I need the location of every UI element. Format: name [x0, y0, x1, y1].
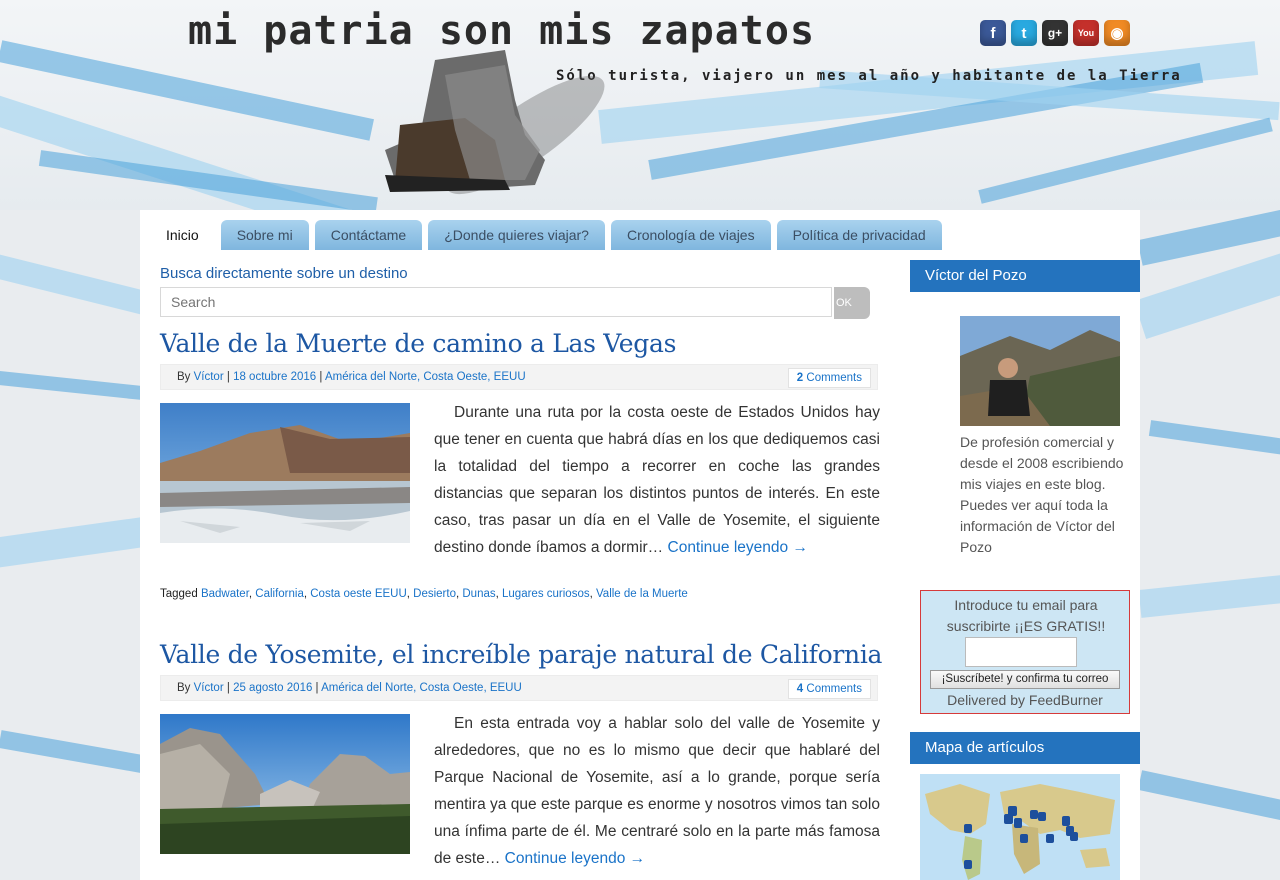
- comments-count: 2: [796, 372, 804, 384]
- world-map-image: [920, 774, 1120, 880]
- yosemite-image: [160, 714, 410, 854]
- post-categories-link[interactable]: América del Norte, Costa Oeste, EEUU: [325, 371, 526, 383]
- tagged-label: Tagged: [160, 588, 198, 600]
- post-thumbnail[interactable]: [160, 403, 410, 543]
- post-author-link[interactable]: Víctor: [194, 682, 224, 694]
- post-by-label: By: [177, 682, 191, 694]
- nav-tab-donde-viajar[interactable]: ¿Donde quieres viajar?: [428, 220, 605, 250]
- post-title[interactable]: Valle de la Muerte de camino a Las Vegas: [160, 329, 676, 358]
- post-title[interactable]: Valle de Yosemite, el increíble paraje n…: [160, 640, 882, 669]
- tag-link[interactable]: Costa oeste EEUU: [310, 588, 407, 600]
- tag-link[interactable]: Badwater: [201, 588, 249, 600]
- tag-link[interactable]: California: [255, 588, 304, 600]
- search-input[interactable]: [161, 288, 831, 316]
- delivered-by-label: Delivered by: [947, 692, 1025, 708]
- facebook-icon[interactable]: f: [980, 20, 1006, 46]
- post-author-link[interactable]: Víctor: [194, 371, 224, 383]
- avatar: [960, 316, 1120, 426]
- post-by-label: By: [177, 371, 191, 383]
- bio-link-aqui[interactable]: aquí: [1035, 497, 1062, 513]
- comments-label[interactable]: Comments: [806, 683, 862, 695]
- feedburner-link[interactable]: FeedBurner: [1029, 692, 1103, 708]
- background-decoration-right: [1140, 210, 1280, 880]
- google-plus-icon[interactable]: g+: [1042, 20, 1068, 46]
- social-links: f t g+ You ◉: [980, 20, 1130, 46]
- subscribe-widget: Introduce tu email para suscribirte ¡¡ES…: [920, 590, 1130, 714]
- subscribe-text: Introduce tu email para suscribirte ¡¡ES…: [946, 597, 1106, 634]
- post-excerpt-text: Durante una ruta por la costa oeste de E…: [434, 404, 880, 556]
- search-box: [160, 287, 832, 317]
- subscribe-email-input[interactable]: [965, 637, 1077, 667]
- twitter-icon[interactable]: t: [1011, 20, 1037, 46]
- read-more-link[interactable]: Continue leyendo →: [505, 850, 645, 867]
- map-widget-title: Mapa de artículos: [910, 732, 1140, 764]
- boots-logo-icon: [385, 50, 605, 195]
- articles-map[interactable]: [920, 774, 1120, 880]
- youtube-icon[interactable]: You: [1073, 20, 1099, 46]
- comments-link[interactable]: 2 Comments: [787, 368, 871, 388]
- death-valley-image: [160, 403, 410, 543]
- post-excerpt: Durante una ruta por la costa oeste de E…: [434, 399, 880, 561]
- post-meta: By Víctor | 25 agosto 2016 | América del…: [160, 675, 878, 701]
- post-meta: By Víctor | 18 octubre 2016 | América de…: [160, 364, 878, 390]
- tag-link[interactable]: Lugares curiosos: [502, 588, 590, 600]
- post-thumbnail[interactable]: [160, 714, 410, 854]
- post-categories-link[interactable]: América del Norte, Costa Oeste, EEUU: [321, 682, 522, 694]
- profile-photo[interactable]: [960, 316, 1120, 426]
- profile-bio: De profesión comercial y desde el 2008 e…: [960, 432, 1125, 558]
- site-header: mi patria son mis zapatos Sólo turista, …: [0, 0, 1280, 210]
- rss-icon[interactable]: ◉: [1104, 20, 1130, 46]
- nav-tab-privacidad[interactable]: Política de privacidad: [776, 220, 942, 250]
- nav-tab-contactame[interactable]: Contáctame: [314, 220, 423, 250]
- tag-link[interactable]: Dunas: [462, 588, 495, 600]
- comments-label[interactable]: Comments: [806, 372, 862, 384]
- post-tags: Tagged Badwater, California, Costa oeste…: [160, 588, 688, 600]
- post-date-link[interactable]: 25 agosto 2016: [233, 682, 312, 694]
- search-ok-button[interactable]: OK: [834, 287, 870, 319]
- comments-link[interactable]: 4 Comments: [787, 679, 871, 699]
- main-nav: Inicio Sobre mi Contáctame ¿Donde quiere…: [150, 220, 942, 250]
- read-more-link[interactable]: Continue leyendo →: [668, 539, 808, 556]
- site-tagline: Sólo turista, viajero un mes al año y ha…: [556, 68, 1182, 84]
- feedburner-credit: Delivered by FeedBurner: [921, 691, 1129, 709]
- post-date-link[interactable]: 18 octubre 2016: [233, 371, 316, 383]
- background-decoration-left: [0, 210, 140, 880]
- search-label: Busca directamente sobre un destino: [160, 265, 408, 282]
- profile-widget-title: Víctor del Pozo: [910, 260, 1140, 292]
- subscribe-button[interactable]: ¡Suscríbete! y confirma tu correo: [930, 670, 1120, 689]
- post-excerpt: En esta entrada voy a hablar solo del va…: [434, 710, 880, 872]
- nav-tab-inicio[interactable]: Inicio: [150, 220, 215, 250]
- tag-link[interactable]: Desierto: [413, 588, 456, 600]
- nav-tab-sobre-mi[interactable]: Sobre mi: [220, 220, 309, 250]
- tag-link[interactable]: Valle de la Muerte: [596, 588, 688, 600]
- post-excerpt-text: En esta entrada voy a hablar solo del va…: [434, 715, 880, 867]
- nav-tab-cronologia[interactable]: Cronología de viajes: [610, 220, 771, 250]
- comments-count: 4: [796, 683, 804, 695]
